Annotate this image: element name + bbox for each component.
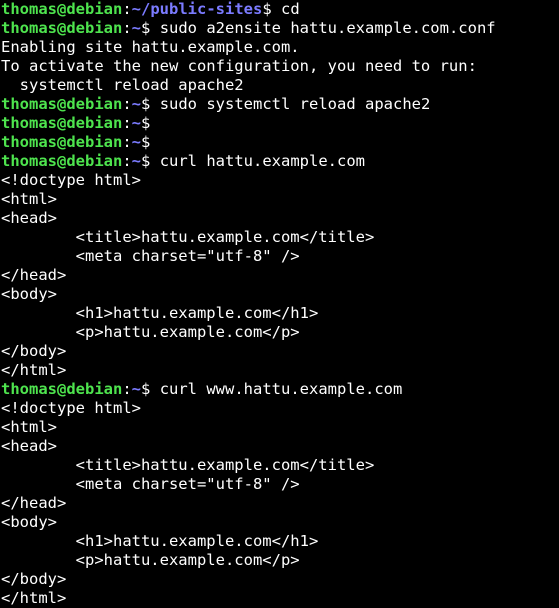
- output-line: <head>: [0, 437, 559, 456]
- prompt-line: thomas@debian:~$ sudo a2ensite hattu.exa…: [0, 19, 559, 38]
- output-text: <html>: [1, 190, 57, 208]
- output-text: </body>: [1, 570, 67, 588]
- prompt-colon: :: [122, 152, 132, 170]
- output-line: </body>: [0, 342, 559, 361]
- output-text: </head>: [1, 266, 67, 284]
- output-text: <body>: [1, 285, 57, 303]
- output-text: <body>: [1, 513, 57, 531]
- prompt-dollar: $: [141, 114, 160, 132]
- prompt-user-host: thomas@debian: [1, 19, 123, 37]
- prompt-path: ~: [131, 133, 142, 151]
- prompt-user-host: thomas@debian: [1, 133, 123, 151]
- output-text: </head>: [1, 494, 67, 512]
- output-line: Enabling site hattu.example.com.: [0, 38, 559, 57]
- output-text: <h1>hattu.example.com</h1>: [1, 304, 319, 322]
- prompt-colon: :: [122, 95, 132, 113]
- output-line: systemctl reload apache2: [0, 76, 559, 95]
- prompt-line: thomas@debian:~$ curl www.hattu.example.…: [0, 380, 559, 399]
- output-line: <!doctype html>: [0, 399, 559, 418]
- output-line: <meta charset="utf-8" />: [0, 247, 559, 266]
- prompt-user-host: thomas@debian: [1, 152, 123, 170]
- prompt-path: ~: [131, 152, 142, 170]
- output-line: <head>: [0, 209, 559, 228]
- output-text: <head>: [1, 437, 57, 455]
- prompt-user-host: thomas@debian: [1, 0, 123, 18]
- output-text: <html>: [1, 418, 57, 436]
- output-line: </html>: [0, 589, 559, 608]
- prompt-colon: :: [122, 380, 132, 398]
- prompt-line: thomas@debian:~/public-sites$ cd: [0, 0, 559, 19]
- output-text: <title>hattu.example.com</title>: [1, 228, 375, 246]
- output-text: </body>: [1, 342, 67, 360]
- command-text: curl hattu.example.com: [159, 152, 365, 170]
- prompt-colon: :: [122, 133, 132, 151]
- prompt-dollar: $: [141, 95, 160, 113]
- output-line: <p>hattu.example.com</p>: [0, 323, 559, 342]
- output-text: <meta charset="utf-8" />: [1, 247, 300, 265]
- prompt-colon: :: [122, 19, 132, 37]
- output-text: <!doctype html>: [1, 171, 141, 189]
- output-text: </html>: [1, 589, 67, 607]
- prompt-path: ~: [131, 19, 142, 37]
- output-text: <p>hattu.example.com</p>: [1, 551, 300, 569]
- output-text: systemctl reload apache2: [1, 76, 244, 94]
- output-line: <meta charset="utf-8" />: [0, 475, 559, 494]
- prompt-colon: :: [122, 0, 132, 18]
- command-text: sudo systemctl reload apache2: [159, 95, 431, 113]
- prompt-user-host: thomas@debian: [1, 380, 123, 398]
- prompt-path: ~: [131, 380, 142, 398]
- prompt-path: ~: [131, 114, 142, 132]
- terminal-window[interactable]: thomas@debian:~/public-sites$ cd thomas@d…: [0, 0, 559, 608]
- output-line: </head>: [0, 494, 559, 513]
- prompt-dollar: $: [141, 133, 160, 151]
- output-line: <body>: [0, 513, 559, 532]
- output-line: <p>hattu.example.com</p>: [0, 551, 559, 570]
- command-text: sudo a2ensite hattu.example.com.conf: [159, 19, 496, 37]
- output-text: <p>hattu.example.com</p>: [1, 323, 300, 341]
- prompt-colon: :: [122, 114, 132, 132]
- prompt-line: thomas@debian:~$: [0, 133, 559, 152]
- prompt-line: thomas@debian:~$: [0, 114, 559, 133]
- output-text: <h1>hattu.example.com</h1>: [1, 532, 319, 550]
- output-text: <title>hattu.example.com</title>: [1, 456, 375, 474]
- prompt-user-host: thomas@debian: [1, 95, 123, 113]
- output-text: To activate the new configuration, you n…: [1, 57, 477, 75]
- output-text: <!doctype html>: [1, 399, 141, 417]
- output-text: <meta charset="utf-8" />: [1, 475, 300, 493]
- output-line: </html>: [0, 361, 559, 380]
- output-text: Enabling site hattu.example.com.: [1, 38, 300, 56]
- output-text: <head>: [1, 209, 57, 227]
- output-line: </body>: [0, 570, 559, 589]
- prompt-dollar: $: [141, 380, 160, 398]
- output-line: <!doctype html>: [0, 171, 559, 190]
- output-line: <h1>hattu.example.com</h1>: [0, 304, 559, 323]
- prompt-path: ~/public-sites: [131, 0, 263, 18]
- output-line: To activate the new configuration, you n…: [0, 57, 559, 76]
- command-text: cd: [281, 0, 300, 18]
- output-line: <title>hattu.example.com</title>: [0, 228, 559, 247]
- output-text: </html>: [1, 361, 67, 379]
- prompt-dollar: $: [141, 152, 160, 170]
- output-line: <h1>hattu.example.com</h1>: [0, 532, 559, 551]
- prompt-line: thomas@debian:~$ curl hattu.example.com: [0, 152, 559, 171]
- output-line: <html>: [0, 418, 559, 437]
- output-line: </head>: [0, 266, 559, 285]
- prompt-dollar: $: [141, 19, 160, 37]
- prompt-dollar: $: [262, 0, 281, 18]
- prompt-line: thomas@debian:~$ sudo systemctl reload a…: [0, 95, 559, 114]
- output-line: <title>hattu.example.com</title>: [0, 456, 559, 475]
- command-text: curl www.hattu.example.com: [159, 380, 403, 398]
- prompt-path: ~: [131, 95, 142, 113]
- prompt-user-host: thomas@debian: [1, 114, 123, 132]
- output-line: <body>: [0, 285, 559, 304]
- output-line: <html>: [0, 190, 559, 209]
